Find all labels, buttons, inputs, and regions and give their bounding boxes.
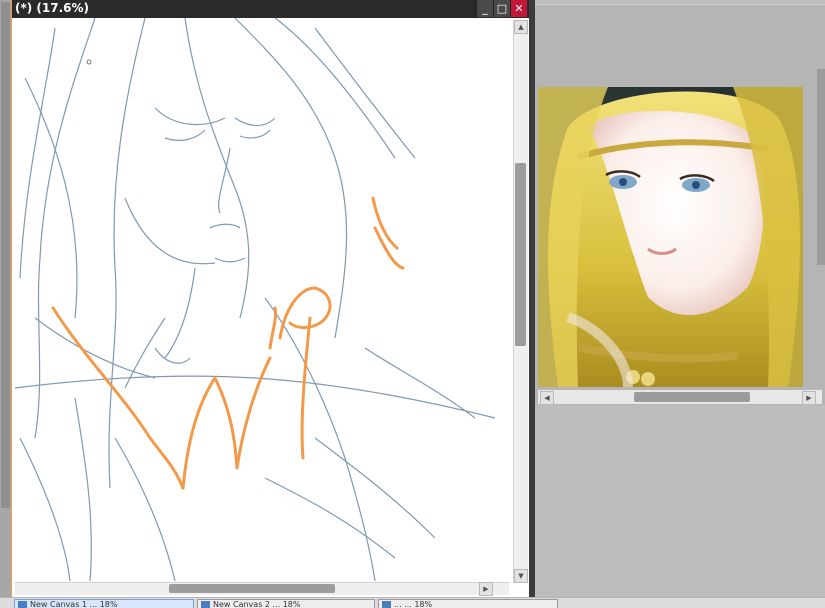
maximize-button[interactable]: □ [493,0,510,17]
lower-panel [535,408,825,597]
navigator-preview[interactable] [538,87,803,387]
navigator-scroll-right-button[interactable]: ▶ [802,391,816,405]
navigator-horizontal-scrollbar[interactable]: ◀ ▶ [538,390,822,405]
canvas-title: (*) (17.6%) [15,1,90,15]
vertical-scroll-thumb[interactable] [515,163,526,346]
close-icon: ✕ [514,2,524,15]
maximize-icon: □ [496,2,508,15]
navigator-horizontal-scroll-thumb[interactable] [634,392,750,402]
minimize-icon: _ [482,2,488,15]
canvas-horizontal-scrollbar[interactable]: ▶ [15,582,509,596]
portrait-preview-image [538,87,803,387]
canvas-vertical-scrollbar[interactable]: ▲ ▼ [513,20,528,583]
scroll-right-button[interactable]: ▶ [479,582,493,596]
scroll-right-icon: ▶ [806,394,812,402]
scroll-up-icon: ▲ [518,23,524,31]
close-button[interactable]: ✕ [510,0,527,17]
left-scrollbar[interactable] [0,0,11,597]
navigator-scroll-left-button[interactable]: ◀ [540,391,554,405]
scroll-right-icon: ▶ [483,585,489,593]
drawing-canvas[interactable] [15,18,511,581]
scroll-up-button[interactable]: ▲ [514,20,528,34]
document-tab-bar: New Canvas 1 ... 18% New Canvas 2 ... 18… [0,597,825,608]
navigator-vertical-scroll-thumb[interactable] [817,69,825,265]
left-scrollbar-thumb[interactable] [1,2,10,508]
scroll-left-icon: ◀ [544,394,550,402]
scroll-down-button[interactable]: ▼ [514,569,528,583]
scroll-down-icon: ▼ [518,572,524,580]
canvas-titlebar[interactable]: (*) (17.6%) _ □ ✕ [12,0,530,18]
horizontal-scroll-thumb[interactable] [169,584,335,593]
sketch-artwork [15,18,496,581]
navigator-panel: ◀ ▶ [535,4,825,405]
canvas-window: (*) (17.6%) _ □ ✕ ▲ ▼ ▶ [11,0,530,597]
minimize-button[interactable]: _ [476,0,493,17]
